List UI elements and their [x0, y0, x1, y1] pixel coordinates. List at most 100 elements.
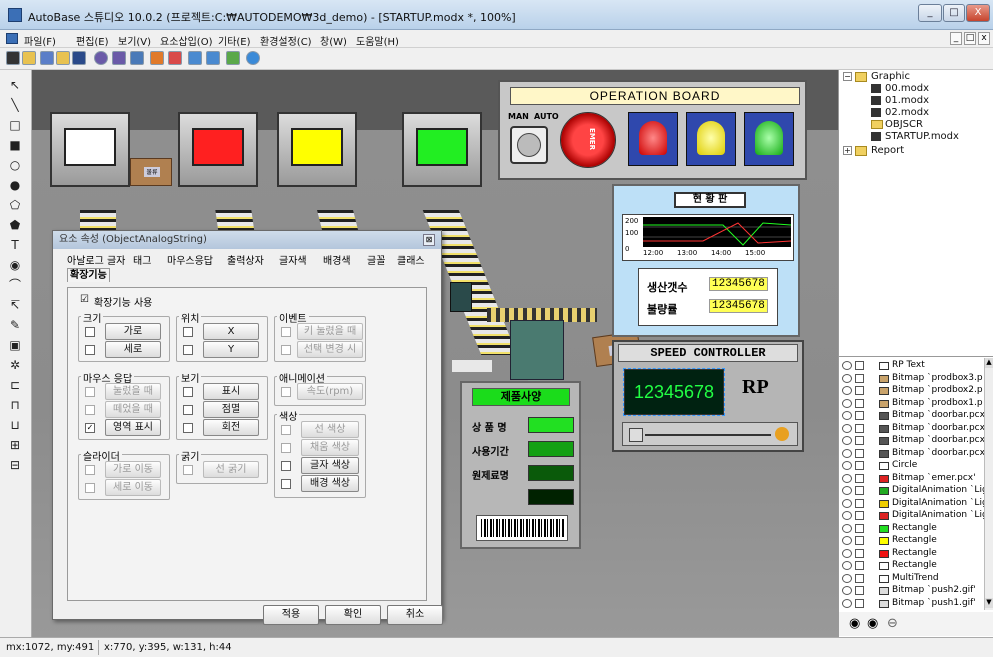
align-left-tool-icon[interactable]: ⊏	[7, 378, 23, 393]
filled-rectangle-tool-icon[interactable]: ■	[7, 138, 23, 153]
color-bg-button[interactable]: 배경 색상	[301, 475, 359, 492]
position-x-checkbox[interactable]	[183, 327, 193, 337]
circle-tool-icon[interactable]: ○	[7, 158, 23, 173]
lock-checkbox[interactable]	[855, 523, 864, 533]
list-item[interactable]: Rectangle	[839, 560, 984, 572]
position-y-button[interactable]: Y	[203, 341, 259, 358]
event-key-checkbox[interactable]	[281, 327, 291, 337]
slider-v-button[interactable]: 세로 이동	[105, 479, 161, 496]
lock-checkbox[interactable]	[855, 361, 864, 370]
maximize-button[interactable]: □	[943, 4, 965, 22]
new-icon[interactable]	[6, 51, 20, 65]
size-height-checkbox[interactable]	[85, 345, 95, 355]
folder-icon[interactable]	[56, 51, 70, 65]
spec-value-extra[interactable]	[528, 489, 574, 505]
menu-window[interactable]: 창(W)	[320, 33, 347, 48]
doc-restore-button[interactable]: □	[964, 32, 976, 45]
color-line-checkbox[interactable]	[281, 425, 291, 435]
tree-item-00[interactable]: 00.modx	[885, 83, 929, 94]
speed-display[interactable]: 12345678	[623, 368, 725, 416]
tree-item-objscr[interactable]: OBJSCR	[885, 119, 923, 130]
production-value[interactable]: 12345678	[709, 277, 768, 291]
view-rotate-button[interactable]: 회전	[203, 419, 259, 436]
tree-icon[interactable]	[130, 51, 144, 65]
menu-etc[interactable]: 기타(E)	[218, 33, 251, 48]
list-item[interactable]: Bitmap `doorbar.pcx	[839, 448, 984, 460]
text-tool-icon[interactable]: T	[7, 238, 23, 253]
align-bottom-tool-icon[interactable]: ⊔	[7, 418, 23, 433]
tree-item-02[interactable]: 02.modx	[885, 107, 929, 118]
list-item[interactable]: Bitmap `doorbar.pcx	[839, 410, 984, 422]
apply-button[interactable]: 적용	[263, 605, 319, 625]
panel-icon[interactable]	[206, 51, 220, 65]
dollar-icon[interactable]	[94, 51, 108, 65]
tab-font[interactable]: 글꼴	[367, 255, 385, 268]
line-tool-icon[interactable]: ╲	[7, 98, 23, 113]
lock-checkbox[interactable]	[855, 473, 864, 483]
visibility-eye-icon[interactable]	[842, 423, 852, 433]
tab-extension[interactable]: 확장기능	[67, 268, 110, 282]
dialog-close-button[interactable]: ⊠	[423, 234, 435, 246]
tree-item-01[interactable]: 01.modx	[885, 95, 929, 106]
enable-checkbox[interactable]: ☑	[80, 294, 89, 305]
align-mid-tool-icon[interactable]: ⊟	[7, 458, 23, 473]
visibility-eye-icon[interactable]	[842, 536, 852, 545]
palette-icon[interactable]	[168, 51, 182, 65]
visibility-eye-icon[interactable]	[842, 486, 852, 495]
open-icon[interactable]	[22, 51, 36, 65]
rectangle-tool-icon[interactable]: □	[7, 118, 23, 133]
visibility-eye-icon[interactable]	[842, 511, 852, 520]
animation-speed-checkbox[interactable]	[281, 387, 291, 397]
spec-value-material[interactable]	[528, 465, 574, 481]
cancel-button[interactable]: 취소	[387, 605, 443, 625]
slider-v-checkbox[interactable]	[85, 483, 95, 493]
round-tool-icon[interactable]: ◉	[7, 258, 23, 273]
size-width-button[interactable]: 가로	[105, 323, 161, 340]
lock-checkbox[interactable]	[855, 511, 864, 520]
operation-board[interactable]: OPERATION BOARD MAN AUTO EMER	[498, 80, 807, 180]
visibility-eye-icon[interactable]	[842, 448, 852, 458]
view-blink-checkbox[interactable]	[183, 405, 193, 415]
list-item[interactable]: Rectangle	[839, 535, 984, 547]
list-item[interactable]: Bitmap `push2.gif'	[839, 585, 984, 597]
visibility-eye-icon[interactable]	[842, 598, 852, 608]
animation-speed-button[interactable]: 속도(rpm)	[297, 383, 363, 400]
mouse-release-button[interactable]: 떼었을 때	[105, 401, 161, 418]
object-list-scrollbar[interactable]: ▲ ▼	[984, 358, 993, 610]
tab-tag[interactable]: 태그	[133, 255, 151, 268]
visibility-eye-icon[interactable]	[842, 361, 852, 370]
list-item[interactable]: Rectangle	[839, 523, 984, 535]
dollar2-icon[interactable]	[112, 51, 126, 65]
spec-value-name[interactable]	[528, 417, 574, 433]
tab-output-box[interactable]: 출력상자	[227, 255, 264, 268]
align-top-tool-icon[interactable]: ⊓	[7, 398, 23, 413]
list-item[interactable]: Circle	[839, 460, 984, 472]
list-item[interactable]: Bitmap `push1.gif'	[839, 598, 984, 610]
view-show-button[interactable]: 표시	[203, 383, 259, 400]
visibility-eye-icon[interactable]	[842, 473, 852, 483]
align-center-tool-icon[interactable]: ⊞	[7, 438, 23, 453]
list-item[interactable]: Bitmap `prodbox3.p	[839, 373, 984, 385]
menu-file[interactable]: 파일(F)	[24, 33, 56, 48]
tree-item-startup[interactable]: STARTUP.modx	[885, 131, 959, 142]
arrow-tool-icon[interactable]: ↖	[7, 78, 23, 93]
visibility-eye-icon[interactable]	[842, 398, 852, 408]
lock-checkbox[interactable]	[855, 461, 864, 470]
block-tool-icon[interactable]: ▣	[7, 338, 23, 353]
filled-polygon-tool-icon[interactable]: ⬟	[7, 218, 23, 233]
visibility-eye-icon[interactable]	[842, 386, 852, 395]
visibility-eye-icon[interactable]	[842, 561, 852, 570]
list-item[interactable]: DigitalAnimation `Lig	[839, 510, 984, 522]
pen-tool-icon[interactable]: ✎	[7, 318, 23, 333]
size-width-checkbox[interactable]	[85, 327, 95, 337]
lock-checkbox[interactable]	[855, 561, 864, 570]
gear-tool-icon[interactable]: ✲	[7, 358, 23, 373]
view-rotate-checkbox[interactable]	[183, 423, 193, 433]
visibility-eye-icon[interactable]	[842, 411, 852, 420]
list-item[interactable]: Bitmap `doorbar.pcx	[839, 435, 984, 447]
list-item[interactable]: Bitmap `emer.pcx'	[839, 473, 984, 485]
ok-button[interactable]: 확인	[325, 605, 381, 625]
properties-dialog[interactable]: 요소 속성 (ObjectAnalogString) ⊠ 아날로그 글자 태그 …	[52, 230, 443, 625]
visibility-eye-icon[interactable]	[842, 373, 852, 383]
remove-icon[interactable]: ⊖	[887, 616, 898, 631]
